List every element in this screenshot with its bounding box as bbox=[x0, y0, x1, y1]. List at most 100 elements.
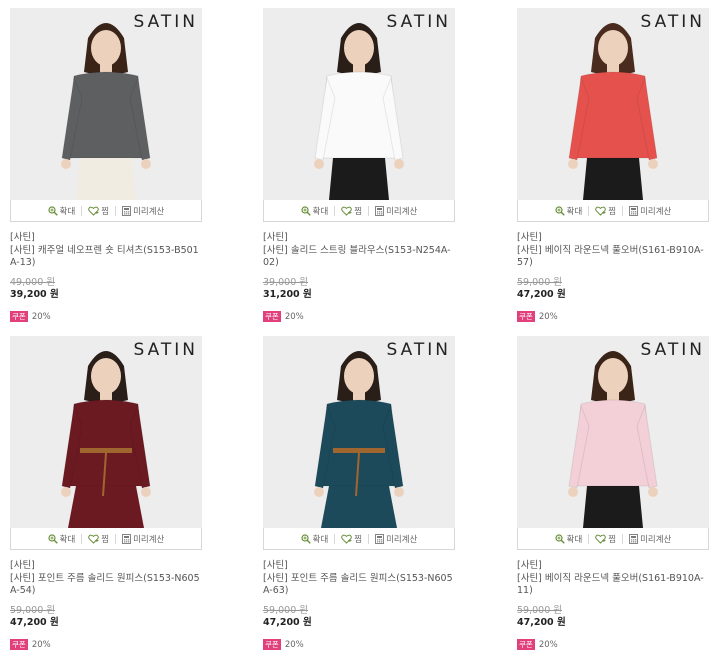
wish-button[interactable]: 찜 bbox=[88, 533, 109, 545]
product-info: [사틴] [사틴] 베이직 라운드넥 풀오버(S161-B910A-11) 59… bbox=[517, 550, 709, 651]
product-name[interactable]: [사틴] 베이직 라운드넥 풀오버(S161-B910A-11) bbox=[517, 573, 707, 598]
calc-button[interactable]: 미리계산 bbox=[122, 533, 164, 545]
calc-button[interactable]: 미리계산 bbox=[629, 533, 671, 545]
wish-button[interactable]: 찜 bbox=[595, 205, 616, 217]
calc-button[interactable]: 미리계산 bbox=[375, 533, 417, 545]
product-card[interactable]: SATIN 확대 찜 미리계산 [사틴] [사틴] 베이직 라운드넥 풀오버(S… bbox=[517, 336, 709, 651]
product-name[interactable]: [사틴] 솔리드 스트링 블라우스(S153-N254A-02) bbox=[263, 245, 453, 270]
heart-plus-icon bbox=[341, 206, 353, 216]
zoom-button[interactable]: 확대 bbox=[555, 533, 583, 545]
product-name[interactable]: [사틴] 포인트 주름 솔리드 원피스(S153-N605A-54) bbox=[10, 573, 200, 598]
zoom-button[interactable]: 확대 bbox=[301, 205, 329, 217]
zoom-icon bbox=[555, 533, 565, 544]
heart-plus-icon bbox=[88, 206, 100, 216]
toolbar-divider bbox=[588, 533, 590, 544]
product-image[interactable]: SATIN bbox=[517, 336, 709, 528]
product-grid: SATIN 확대 찜 미리계산 [사틴] [사틴] 캐주얼 네오프렌 숏 티셔츠… bbox=[0, 0, 720, 652]
toolbar-divider bbox=[115, 205, 117, 216]
zoom-icon bbox=[555, 205, 565, 216]
wish-label: 찜 bbox=[101, 206, 110, 217]
zoom-button[interactable]: 확대 bbox=[555, 205, 582, 217]
product-name[interactable]: [사틴] 포인트 주름 솔리드 원피스(S153-N605A-63) bbox=[263, 573, 453, 598]
product-card[interactable]: SATIN 확대 찜 미리계산 [사틴] [사틴] 포인트 주름 솔리드 원피스… bbox=[263, 336, 455, 651]
product-info: [사틴] [사틴] 포인트 주름 솔리드 원피스(S153-N605A-63) … bbox=[263, 550, 455, 651]
product-card[interactable]: SATIN 확대 찜 미리계산 [사틴] [사틴] 베이직 라운드넥 풀오버(S… bbox=[517, 8, 709, 323]
calc-button[interactable]: 미리계산 bbox=[629, 205, 671, 217]
product-image[interactable]: SATIN bbox=[10, 336, 202, 528]
toolbar-divider bbox=[588, 205, 590, 216]
calc-label: 미리계산 bbox=[386, 534, 418, 545]
zoom-label: 확대 bbox=[312, 206, 329, 217]
product-image[interactable]: SATIN bbox=[263, 336, 455, 528]
product-brand[interactable]: [사틴] bbox=[263, 232, 455, 245]
coupon-discount: 20% bbox=[31, 639, 51, 650]
coupon-row: 쿠폰 20% bbox=[10, 639, 202, 652]
toolbar-divider bbox=[622, 205, 624, 216]
product-info: [사틴] [사틴] 포인트 주름 솔리드 원피스(S153-N605A-54) … bbox=[10, 550, 202, 651]
calc-label: 미리계산 bbox=[640, 206, 672, 217]
product-card[interactable]: SATIN 확대 찜 미리계산 [사틴] [사틴] 캐주얼 네오프렌 숏 티셔츠… bbox=[10, 8, 202, 323]
coupon-badge: 쿠폰 bbox=[10, 639, 28, 651]
original-price: 59,000 원 bbox=[263, 604, 309, 616]
product-image[interactable]: SATIN bbox=[263, 8, 455, 200]
sale-price: 39,200 원 bbox=[10, 289, 59, 300]
product-brand[interactable]: [사틴] bbox=[263, 560, 455, 573]
satin-logo: SATIN bbox=[133, 340, 198, 360]
toolbar-divider bbox=[334, 205, 336, 216]
product-info: [사틴] [사틴] 캐주얼 네오프렌 숏 티셔츠(S153-B501A-13) … bbox=[10, 222, 202, 323]
zoom-icon bbox=[48, 533, 58, 544]
calc-button[interactable]: 미리계산 bbox=[122, 205, 164, 217]
sale-price: 47,200 원 bbox=[517, 617, 566, 628]
zoom-icon bbox=[301, 533, 311, 544]
product-image[interactable]: SATIN bbox=[517, 8, 709, 200]
original-price: 49,000 원 bbox=[10, 276, 56, 288]
product-toolbar: 확대 찜 미리계산 bbox=[517, 200, 709, 222]
coupon-discount: 20% bbox=[538, 639, 558, 650]
toolbar-divider bbox=[81, 533, 83, 544]
toolbar-divider bbox=[622, 533, 624, 544]
product-toolbar: 확대 찜 미리계산 bbox=[263, 528, 455, 550]
product-brand[interactable]: [사틴] bbox=[517, 232, 709, 245]
calculator-icon bbox=[375, 205, 385, 216]
wish-button[interactable]: 찜 bbox=[595, 533, 616, 545]
original-price: 39,000 원 bbox=[263, 276, 309, 288]
satin-logo: SATIN bbox=[386, 12, 451, 32]
zoom-button[interactable]: 확대 bbox=[48, 205, 75, 217]
product-name[interactable]: [사틴] 캐주얼 네오프렌 숏 티셔츠(S153-B501A-13) bbox=[10, 245, 200, 270]
zoom-label: 확대 bbox=[566, 534, 583, 545]
coupon-badge: 쿠폰 bbox=[517, 639, 535, 651]
toolbar-divider bbox=[115, 533, 117, 544]
coupon-badge: 쿠폰 bbox=[10, 311, 28, 323]
toolbar-divider bbox=[368, 205, 370, 216]
wish-label: 찜 bbox=[101, 534, 110, 545]
zoom-icon bbox=[48, 205, 58, 216]
calc-label: 미리계산 bbox=[386, 206, 418, 217]
product-toolbar: 확대 찜 미리계산 bbox=[263, 200, 455, 222]
coupon-discount: 20% bbox=[284, 311, 304, 322]
satin-logo: SATIN bbox=[640, 12, 705, 32]
original-price: 59,000 원 bbox=[10, 604, 56, 616]
calc-button[interactable]: 미리계산 bbox=[375, 205, 417, 217]
sale-price: 47,200 원 bbox=[10, 617, 59, 628]
product-brand[interactable]: [사틴] bbox=[10, 560, 202, 573]
product-card[interactable]: SATIN 확대 찜 미리계산 [사틴] [사틴] 솔리드 스트링 블라우스(S… bbox=[263, 8, 455, 323]
wish-label: 찜 bbox=[354, 206, 363, 217]
wish-label: 찜 bbox=[608, 534, 617, 545]
wish-button[interactable]: 찜 bbox=[341, 205, 362, 217]
product-image[interactable]: SATIN bbox=[10, 8, 202, 200]
toolbar-divider bbox=[368, 533, 370, 544]
wish-button[interactable]: 찜 bbox=[341, 533, 362, 545]
wish-button[interactable]: 찜 bbox=[88, 205, 109, 217]
calc-label: 미리계산 bbox=[640, 534, 672, 545]
product-name[interactable]: [사틴] 베이직 라운드넥 풀오버(S161-B910A-57) bbox=[517, 245, 707, 270]
toolbar-divider bbox=[334, 533, 336, 544]
calculator-icon bbox=[122, 205, 132, 216]
product-card[interactable]: SATIN 확대 찜 미리계산 [사틴] [사틴] 포인트 주름 솔리드 원피스… bbox=[10, 336, 202, 651]
coupon-row: 쿠폰 20% bbox=[517, 311, 709, 324]
product-brand[interactable]: [사틴] bbox=[517, 560, 709, 573]
zoom-button[interactable]: 확대 bbox=[48, 533, 75, 545]
product-brand[interactable]: [사틴] bbox=[10, 232, 202, 245]
sale-price: 47,200 원 bbox=[517, 289, 566, 300]
zoom-button[interactable]: 확대 bbox=[301, 533, 328, 545]
heart-plus-icon bbox=[595, 534, 607, 544]
